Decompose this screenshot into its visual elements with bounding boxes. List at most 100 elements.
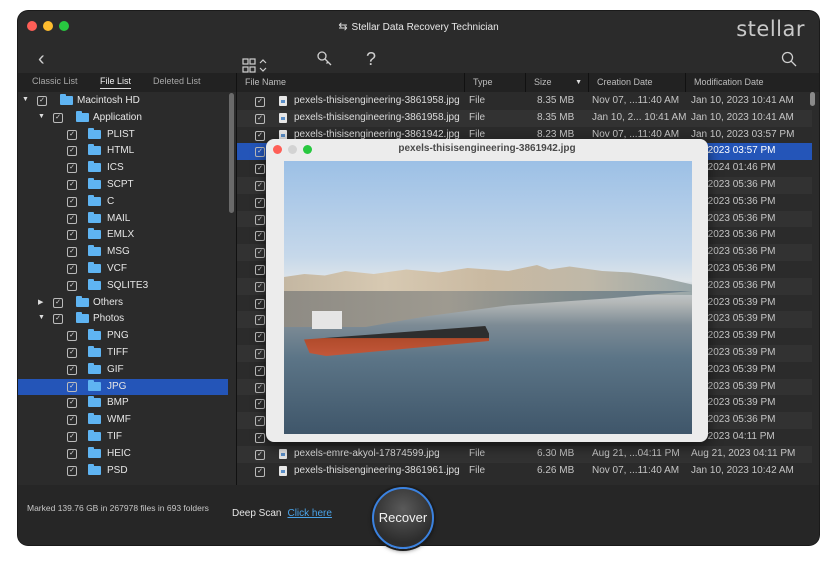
row-checkbox[interactable]: ✓ (255, 197, 265, 208)
folder-icon (88, 144, 101, 156)
tree-item[interactable]: ✓ EMLX (18, 227, 228, 244)
col-size[interactable]: Size ▼ (526, 73, 589, 92)
tree-item[interactable]: ✓ SCPT (18, 177, 228, 194)
checkbox[interactable]: ✓ (67, 431, 77, 442)
checkbox[interactable]: ✓ (67, 196, 77, 207)
tree-item[interactable]: ▼ ✓ Macintosh HD (18, 93, 228, 110)
checkbox[interactable]: ✓ (67, 465, 77, 476)
tree-item[interactable]: ✓ BMP (18, 395, 228, 412)
tree-item[interactable]: ✓ TIF (18, 429, 228, 446)
checkbox[interactable]: ✓ (53, 314, 63, 325)
tree-item[interactable]: ✓ PLIST (18, 127, 228, 144)
checkbox[interactable]: ✓ (67, 448, 77, 459)
row-checkbox[interactable]: ✓ (255, 231, 265, 242)
tree-item[interactable]: ✓ HTML (18, 143, 228, 160)
tree-item[interactable]: ✓ WMF (18, 412, 228, 429)
row-checkbox[interactable]: ✓ (255, 382, 265, 393)
folder-icon (76, 312, 89, 324)
row-checkbox[interactable]: ✓ (255, 97, 265, 107)
row-checkbox[interactable]: ✓ (255, 365, 265, 376)
row-checkbox[interactable]: ✓ (255, 348, 265, 359)
row-checkbox[interactable]: ✓ (255, 332, 265, 343)
col-file-name[interactable]: File Name (237, 73, 465, 92)
expand-arrow-icon[interactable]: ▼ (38, 314, 45, 321)
checkbox[interactable]: ✓ (67, 280, 77, 291)
table-row[interactable]: ✓ pexels-thisisengineering-3861961.jpg Fil… (237, 463, 812, 480)
checkbox[interactable]: ✓ (67, 347, 77, 358)
back-icon[interactable]: ‹ (38, 43, 45, 75)
row-checkbox[interactable]: ✓ (255, 399, 265, 410)
tree-item[interactable]: ✓ PSD (18, 463, 228, 480)
row-checkbox[interactable]: ✓ (255, 248, 265, 259)
row-checkbox[interactable]: ✓ (255, 214, 265, 225)
row-checkbox[interactable]: ✓ (255, 264, 265, 275)
tree-item[interactable]: ✓ JPG (18, 378, 228, 396)
deep-scan-link[interactable]: Click here (287, 508, 331, 519)
checkbox[interactable]: ✓ (67, 146, 77, 157)
checkbox[interactable]: ✓ (67, 398, 77, 409)
expand-arrow-icon[interactable]: ▼ (22, 96, 29, 103)
checkbox[interactable]: ✓ (67, 129, 77, 140)
checkbox[interactable]: ✓ (67, 263, 77, 274)
tree-item[interactable]: ▶ ✓ Others (18, 295, 228, 312)
row-checkbox[interactable]: ✓ (255, 147, 265, 158)
row-checkbox[interactable]: ✓ (255, 281, 265, 292)
row-checkbox[interactable]: ✓ (255, 130, 265, 141)
checkbox[interactable]: ✓ (67, 163, 77, 174)
row-checkbox[interactable]: ✓ (255, 466, 265, 477)
table-scrollbar[interactable] (810, 92, 815, 106)
search-icon[interactable] (781, 43, 797, 77)
col-modification-date[interactable]: Modification Date (686, 73, 819, 92)
table-row[interactable]: ✓ pexels-thisisengineering-3861958.jpg Fil… (237, 109, 812, 127)
tree-item[interactable]: ✓ TIFF (18, 345, 228, 362)
tree-item[interactable]: ▼ ✓ Photos (18, 311, 228, 328)
tree-item[interactable]: ✓ C (18, 194, 228, 211)
tab-deleted-list[interactable]: Deleted List (153, 76, 201, 86)
tab-file-list[interactable]: File List (100, 76, 132, 89)
file-name: pexels-thisisengineering-3861961.jpg (294, 464, 460, 476)
preview-title: pexels-thisisengineering-3861942.jpg (398, 143, 576, 154)
row-checkbox[interactable]: ✓ (255, 449, 265, 460)
file-size: 6.26 MB (537, 464, 575, 476)
table-row[interactable]: ✓ pexels-emre-akyol-17874599.jpg File 6.30 … (237, 445, 812, 463)
checkbox[interactable]: ✓ (67, 364, 77, 375)
checkbox[interactable]: ✓ (53, 297, 63, 308)
tree-item[interactable]: ✓ MAIL (18, 211, 228, 228)
col-creation-date[interactable]: Creation Date (589, 73, 686, 92)
tree-item[interactable]: ✓ MSG (18, 244, 228, 261)
checkbox[interactable]: ✓ (67, 331, 77, 342)
row-checkbox[interactable]: ✓ (255, 113, 265, 124)
tree-item[interactable]: ✓ HEIC (18, 446, 228, 463)
checkbox[interactable]: ✓ (67, 179, 77, 190)
recover-button[interactable]: Recover (372, 487, 434, 549)
col-type[interactable]: Type (465, 73, 526, 92)
checkbox[interactable]: ✓ (67, 415, 77, 426)
checkbox[interactable]: ✓ (37, 96, 47, 106)
row-checkbox[interactable]: ✓ (255, 315, 265, 326)
row-checkbox[interactable]: ✓ (255, 416, 265, 427)
collapse-arrow-icon[interactable]: ▶ (38, 298, 43, 306)
sort-desc-icon: ▼ (575, 79, 582, 86)
checkbox[interactable]: ✓ (53, 112, 63, 123)
table-row[interactable]: ✓ pexels-thisisengineering-3861958.jpg Fil… (237, 93, 812, 110)
tree-item[interactable]: ▼ ✓ Application (18, 110, 228, 127)
row-checkbox[interactable]: ✓ (255, 298, 265, 309)
tree-item[interactable]: ✓ PNG (18, 328, 228, 345)
checkbox[interactable]: ✓ (67, 381, 77, 392)
checkbox[interactable]: ✓ (67, 230, 77, 241)
checkbox[interactable]: ✓ (67, 247, 77, 258)
help-icon[interactable]: ? (366, 43, 376, 75)
checkbox[interactable]: ✓ (67, 213, 77, 224)
sidebar-scrollbar[interactable] (229, 93, 234, 213)
tree-item[interactable]: ✓ VCF (18, 261, 228, 278)
expand-arrow-icon[interactable]: ▼ (38, 113, 45, 120)
tree-item[interactable]: ✓ SQLITE3 (18, 278, 228, 295)
row-checkbox[interactable]: ✓ (255, 180, 265, 191)
row-checkbox[interactable]: ✓ (255, 164, 265, 175)
row-checkbox[interactable]: ✓ (255, 432, 265, 443)
tree-item[interactable]: ✓ ICS (18, 160, 228, 177)
tree-item-label: Application (93, 111, 142, 123)
tab-classic-list[interactable]: Classic List (32, 76, 78, 86)
modification-date: Jan 10, 2023 10:41 AM (691, 95, 794, 106)
tree-item[interactable]: ✓ GIF (18, 362, 228, 379)
